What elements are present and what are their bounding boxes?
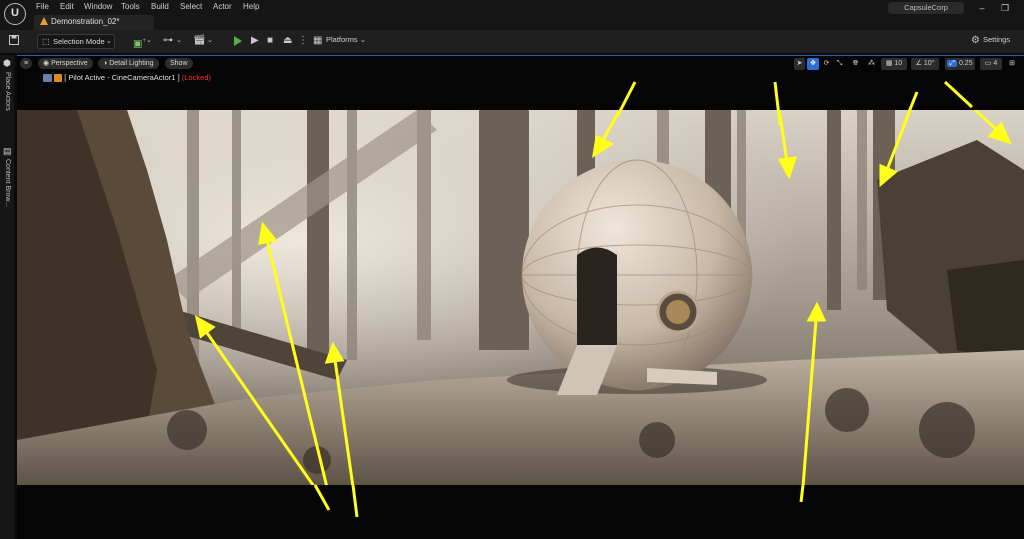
selection-mode-label: Selection Mode (53, 37, 105, 46)
level-tab-label: Demonstration_02* (51, 17, 120, 26)
gear-icon[interactable]: ⚙ (971, 35, 980, 47)
content-browser-icon[interactable]: ▤ (3, 146, 12, 157)
menu-build[interactable]: Build (151, 2, 169, 11)
play-icon[interactable] (234, 36, 242, 46)
blueprints-icon[interactable]: ⊶ (163, 35, 173, 47)
stop-icon[interactable]: ■ (267, 35, 273, 47)
cursor-icon: ⬚ (42, 37, 50, 46)
menu-bar: U File Edit Window Tools Build Select Ac… (0, 0, 1024, 30)
save-icon[interactable] (9, 35, 19, 49)
menu-edit[interactable]: Edit (60, 2, 74, 11)
main-toolbar: ⬚ Selection Mode ⌄ ▣+ ⌄ ⊶ ⌄ 🎬︎ ⌄ ▶︎ ■ ⏏ … (0, 30, 1024, 54)
platforms-label: Platforms (326, 35, 358, 44)
level-icon (40, 17, 48, 25)
chevron-down-icon: ⌄ (106, 38, 112, 45)
step-icon[interactable]: ▶︎ (251, 35, 259, 47)
platforms-dropdown[interactable]: Platforms ⌄ (326, 35, 366, 44)
chevron-down-icon[interactable]: ⌄ (207, 35, 213, 47)
unreal-logo-icon[interactable]: U (4, 3, 26, 25)
annotation-arrow-tails (313, 80, 974, 518)
place-actors-tab[interactable]: Place Actors (4, 72, 11, 111)
menu-tools[interactable]: Tools (121, 2, 140, 11)
menu-help[interactable]: Help (243, 2, 259, 11)
content-browser-tab[interactable]: Content Brow... (4, 159, 11, 207)
selection-mode-dropdown[interactable]: ⬚ Selection Mode ⌄ (37, 34, 115, 49)
minimize-button[interactable]: – (976, 2, 988, 14)
more-options-icon[interactable]: ⋮ (298, 35, 308, 47)
place-actors-icon[interactable]: ⬢ (3, 58, 11, 69)
menu-actor[interactable]: Actor (213, 2, 232, 11)
menu-window[interactable]: Window (84, 2, 112, 11)
chevron-down-icon[interactable]: ⌄ (176, 35, 182, 47)
maximize-button[interactable]: ❐ (999, 2, 1011, 14)
cinematics-icon[interactable]: 🎬︎ (193, 35, 206, 47)
menu-file[interactable]: File (36, 2, 49, 11)
level-tab[interactable]: Demonstration_02* (34, 15, 154, 30)
chevron-down-icon[interactable]: ⌄ (146, 35, 152, 47)
project-name: CapsuleCorp (888, 2, 964, 14)
menu-select[interactable]: Select (180, 2, 202, 11)
add-content-icon[interactable]: ▣+ (133, 35, 146, 50)
settings-button[interactable]: Settings (983, 35, 1010, 44)
platforms-icon: ▦ (313, 35, 323, 46)
eject-icon[interactable]: ⏏ (283, 35, 292, 47)
left-side-panel: ⬢ Place Actors ▤ Content Brow... (0, 55, 14, 539)
